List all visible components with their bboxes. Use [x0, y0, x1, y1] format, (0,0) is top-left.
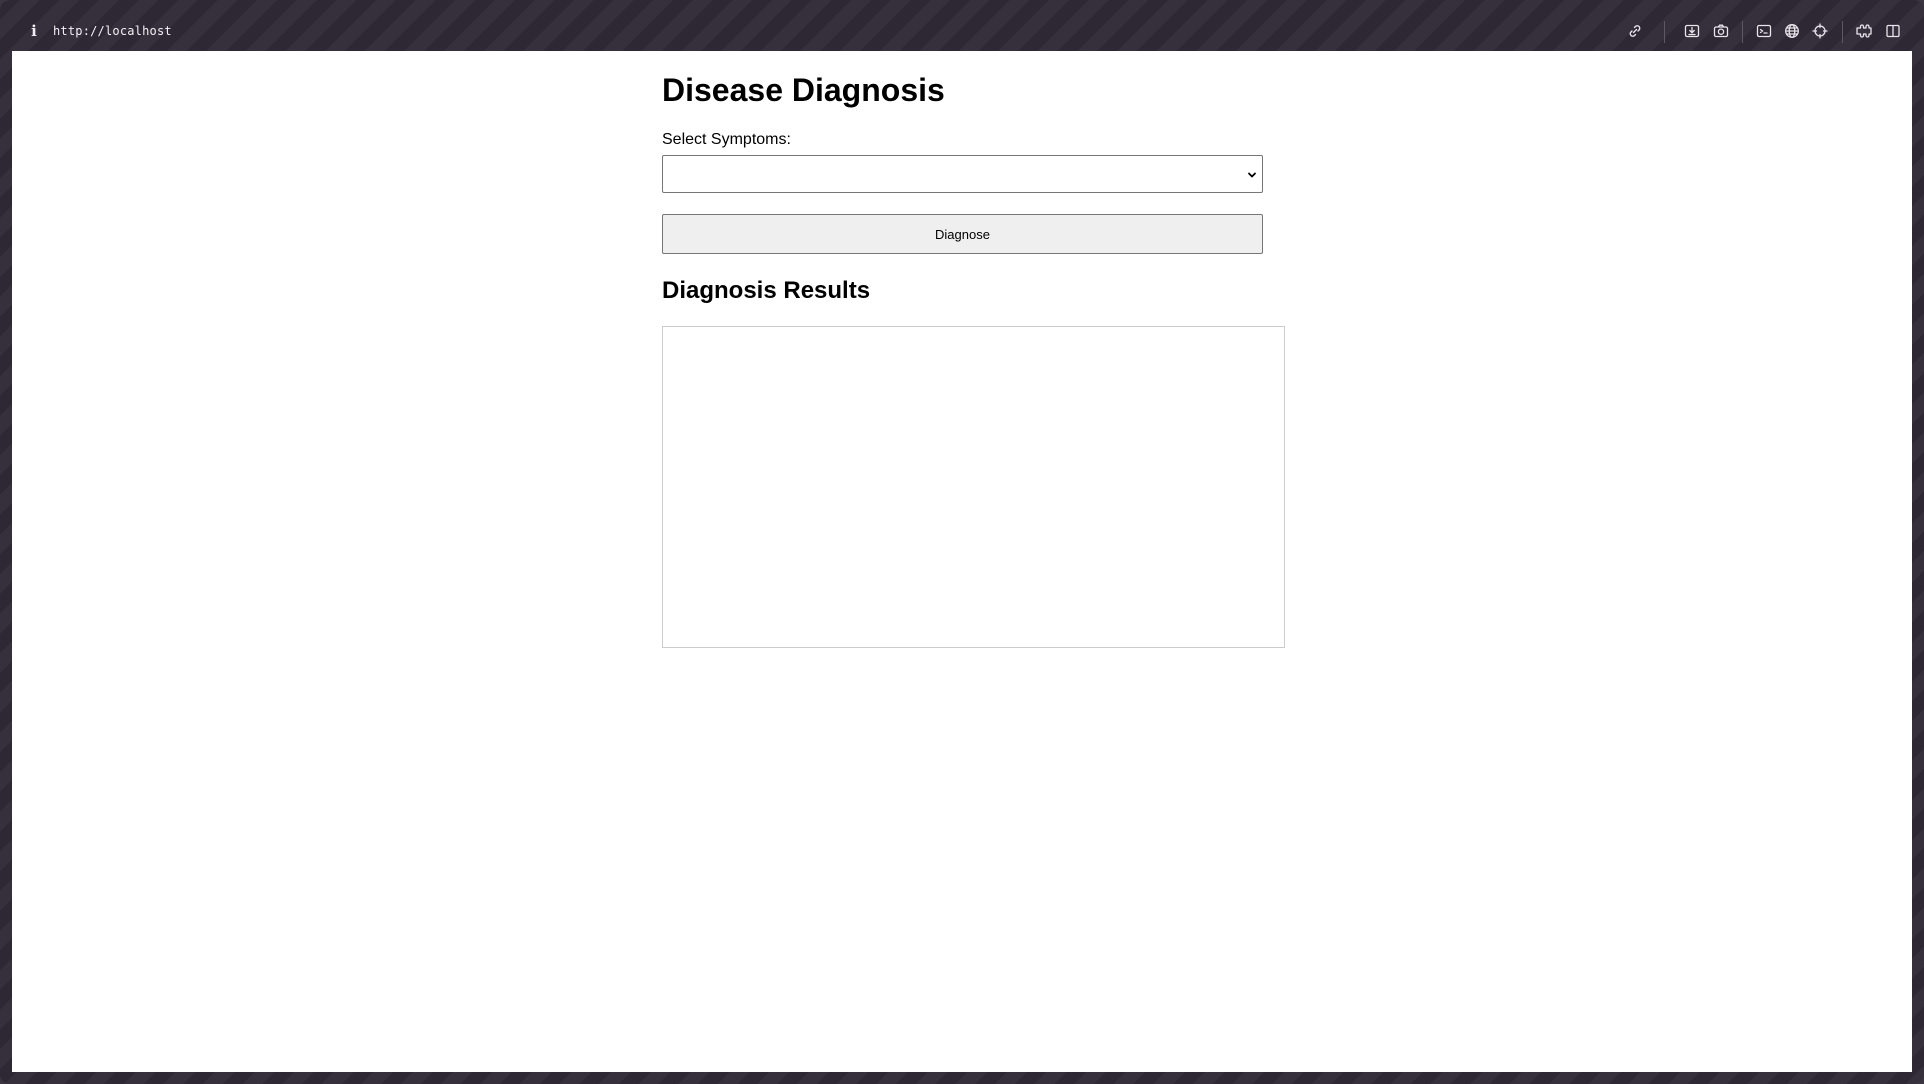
symptoms-label: Select Symptoms:	[662, 131, 791, 148]
results-heading: Diagnosis Results	[662, 277, 871, 304]
sidebar-icon[interactable]	[1884, 22, 1902, 40]
toolbar-separator	[1664, 21, 1665, 43]
symptoms-select[interactable]	[662, 155, 1263, 193]
diagnose-button[interactable]: Diagnose	[662, 214, 1263, 254]
download-icon[interactable]	[1683, 22, 1701, 40]
browser-toolbar: i http://localhost	[0, 0, 1924, 51]
chevron-down-icon	[1246, 168, 1258, 180]
toolbar-separator	[1842, 21, 1843, 43]
page-title: Disease Diagnosis	[662, 72, 945, 108]
toolbar-separator	[1742, 21, 1743, 43]
address-bar-url[interactable]: http://localhost	[53, 24, 172, 38]
terminal-icon[interactable]	[1755, 22, 1773, 40]
results-panel	[662, 326, 1285, 648]
link-icon[interactable]	[1626, 22, 1644, 40]
camera-icon[interactable]	[1712, 22, 1730, 40]
info-icon[interactable]: i	[28, 22, 40, 40]
crosshair-icon[interactable]	[1811, 22, 1829, 40]
globe-icon[interactable]	[1783, 22, 1801, 40]
browser-window: i http://localhost Disease Diagnosis Sel…	[0, 0, 1924, 1084]
page-viewport: Disease Diagnosis Select Symptoms: Diagn…	[12, 51, 1912, 1072]
extension-icon[interactable]	[1855, 22, 1873, 40]
